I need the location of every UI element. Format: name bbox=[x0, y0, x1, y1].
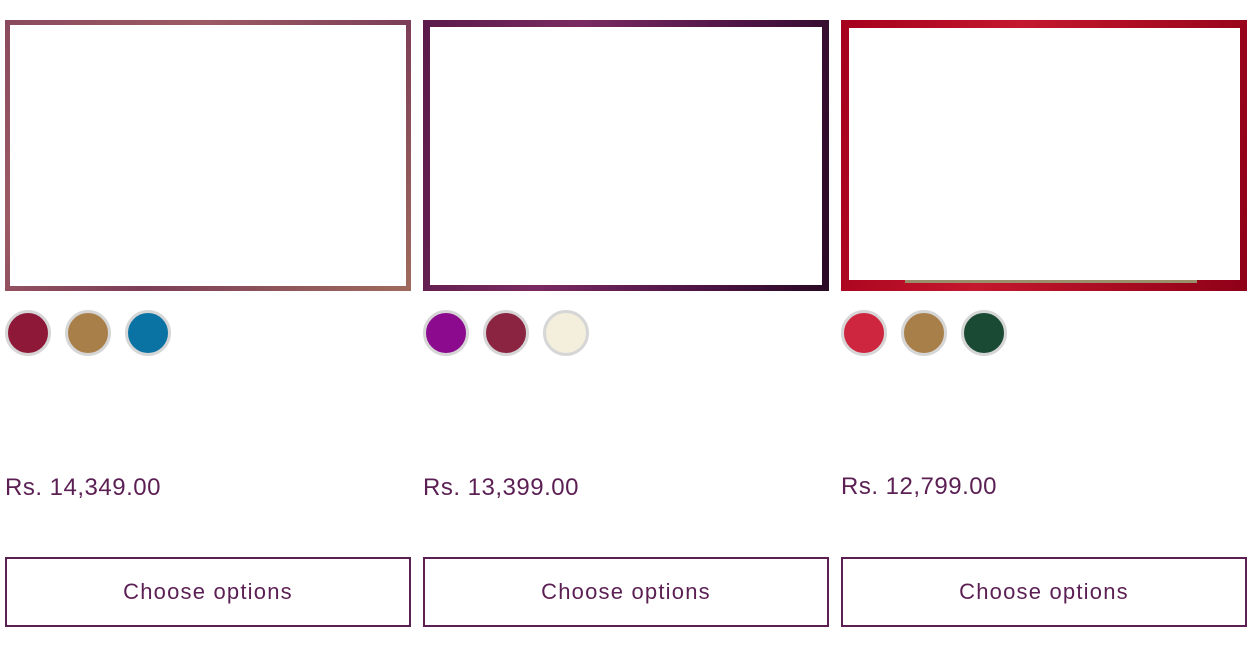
choose-options-button[interactable]: Choose options bbox=[423, 557, 829, 627]
product-price: Rs. 13,399.00 bbox=[423, 474, 579, 501]
color-swatch[interactable] bbox=[961, 310, 1007, 356]
color-swatch[interactable] bbox=[125, 310, 171, 356]
product-price: Rs. 14,349.00 bbox=[5, 474, 161, 501]
product-image-frame bbox=[430, 27, 822, 285]
choose-options-button[interactable]: Choose options bbox=[841, 557, 1247, 627]
product-card: Rs. 14,349.00 Choose options bbox=[5, 0, 411, 646]
product-card: Rs. 13,399.00 Choose options bbox=[423, 0, 829, 646]
product-image[interactable] bbox=[5, 20, 411, 291]
color-swatch[interactable] bbox=[543, 310, 589, 356]
product-image-hem bbox=[905, 280, 1197, 283]
color-swatch[interactable] bbox=[5, 310, 51, 356]
color-swatches bbox=[423, 310, 589, 356]
product-image-frame bbox=[10, 25, 406, 286]
product-price: Rs. 12,799.00 bbox=[841, 473, 997, 500]
color-swatch[interactable] bbox=[901, 310, 947, 356]
color-swatches bbox=[841, 310, 1007, 356]
color-swatches bbox=[5, 310, 171, 356]
color-swatch[interactable] bbox=[423, 310, 469, 356]
color-swatch[interactable] bbox=[841, 310, 887, 356]
product-grid: Rs. 14,349.00 Choose options Rs. 13,399.… bbox=[0, 0, 1253, 646]
choose-options-button[interactable]: Choose options bbox=[5, 557, 411, 627]
color-swatch[interactable] bbox=[483, 310, 529, 356]
product-image-frame bbox=[849, 28, 1240, 280]
product-image[interactable] bbox=[423, 20, 829, 291]
product-image[interactable] bbox=[841, 20, 1247, 291]
product-card: Rs. 12,799.00 Choose options bbox=[841, 0, 1247, 646]
color-swatch[interactable] bbox=[65, 310, 111, 356]
